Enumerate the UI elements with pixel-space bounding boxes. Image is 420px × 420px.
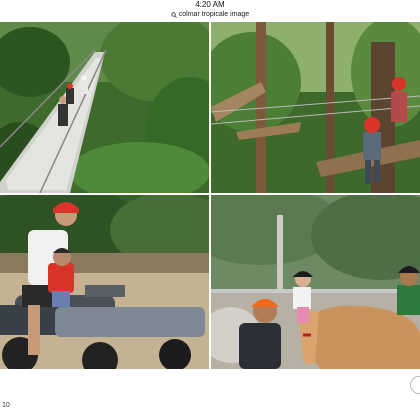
zipline-treetop-image — [211, 22, 420, 193]
address-bar[interactable]: colmar tropicale image — [0, 10, 420, 20]
share-icon[interactable] — [410, 376, 420, 394]
atv-ride-image — [0, 195, 209, 369]
photo-zipline-treetop[interactable] — [211, 22, 420, 193]
page-number: 10 — [2, 402, 10, 409]
hanging-bridge-image — [0, 22, 209, 193]
search-lock-icon — [171, 12, 177, 18]
horse-riding-image — [211, 195, 420, 369]
photo-hanging-bridge[interactable] — [0, 22, 209, 193]
status-bar: 4:20 AM — [0, 0, 420, 10]
status-time: 4:20 AM — [195, 0, 225, 9]
photo-atv-ride[interactable] — [0, 195, 209, 369]
image-grid — [0, 22, 420, 369]
photo-horse-riding[interactable] — [211, 195, 420, 369]
url-text[interactable]: colmar tropicale image — [179, 10, 249, 20]
